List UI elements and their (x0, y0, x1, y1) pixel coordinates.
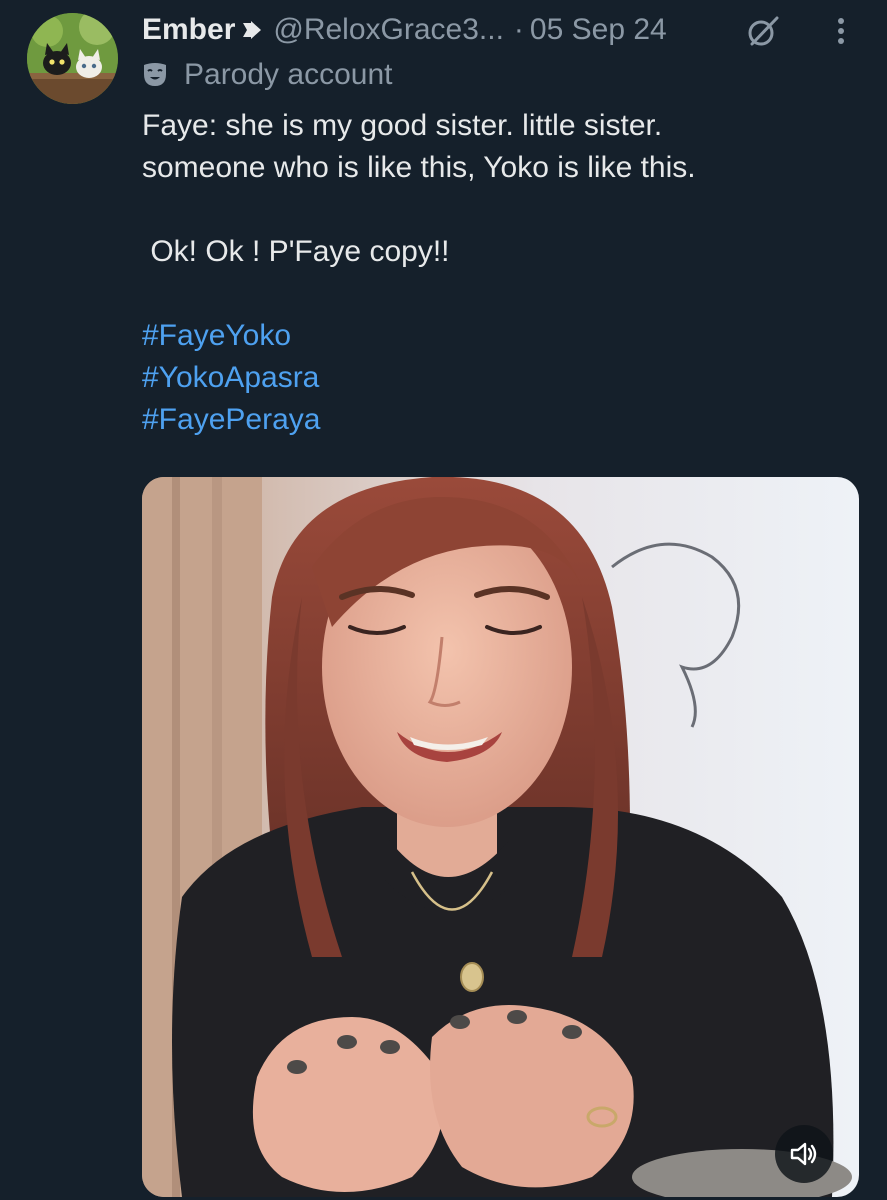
speaker-icon (790, 1142, 817, 1166)
video-frame (142, 477, 859, 1197)
video-player[interactable] (142, 477, 859, 1197)
hashtag-link[interactable]: #YokoApasra (142, 357, 862, 399)
tweet-text-line: someone who is like this, Yoko is like t… (142, 151, 696, 184)
volume-button[interactable] (775, 1125, 833, 1183)
grok-icon[interactable] (746, 14, 780, 48)
parody-label-row: Parody account (142, 56, 392, 94)
tweet-text-line: Ok! Ok ! P'Faye copy!! (142, 235, 450, 268)
theater-mask-icon (144, 63, 166, 86)
parody-account-label: Parody account (184, 58, 393, 91)
more-options-icon[interactable] (830, 14, 852, 48)
author-handle[interactable]: @ReloxGrace3... (273, 13, 504, 47)
tweet-text-line: Faye: she is my good sister. little sist… (142, 109, 663, 142)
tweet-card[interactable]: Ember @ReloxGrace3... · 05 Sep 24 Parody… (0, 0, 887, 1200)
hashtag-link[interactable]: #FayePeraya (142, 399, 862, 441)
separator-dot: · (513, 13, 524, 46)
tweet-text: Faye: she is my good sister. little sist… (142, 105, 862, 441)
avatar[interactable] (27, 13, 118, 104)
author-display-name[interactable]: Ember (142, 13, 235, 47)
tweet-header: Ember @ReloxGrace3... · 05 Sep 24 (142, 10, 667, 50)
cats-avatar-icon (27, 13, 118, 104)
hashtag-link[interactable]: #FayeYoko (142, 315, 862, 357)
heart-arrow-icon (243, 21, 262, 39)
tweet-date[interactable]: 05 Sep 24 (530, 13, 667, 47)
